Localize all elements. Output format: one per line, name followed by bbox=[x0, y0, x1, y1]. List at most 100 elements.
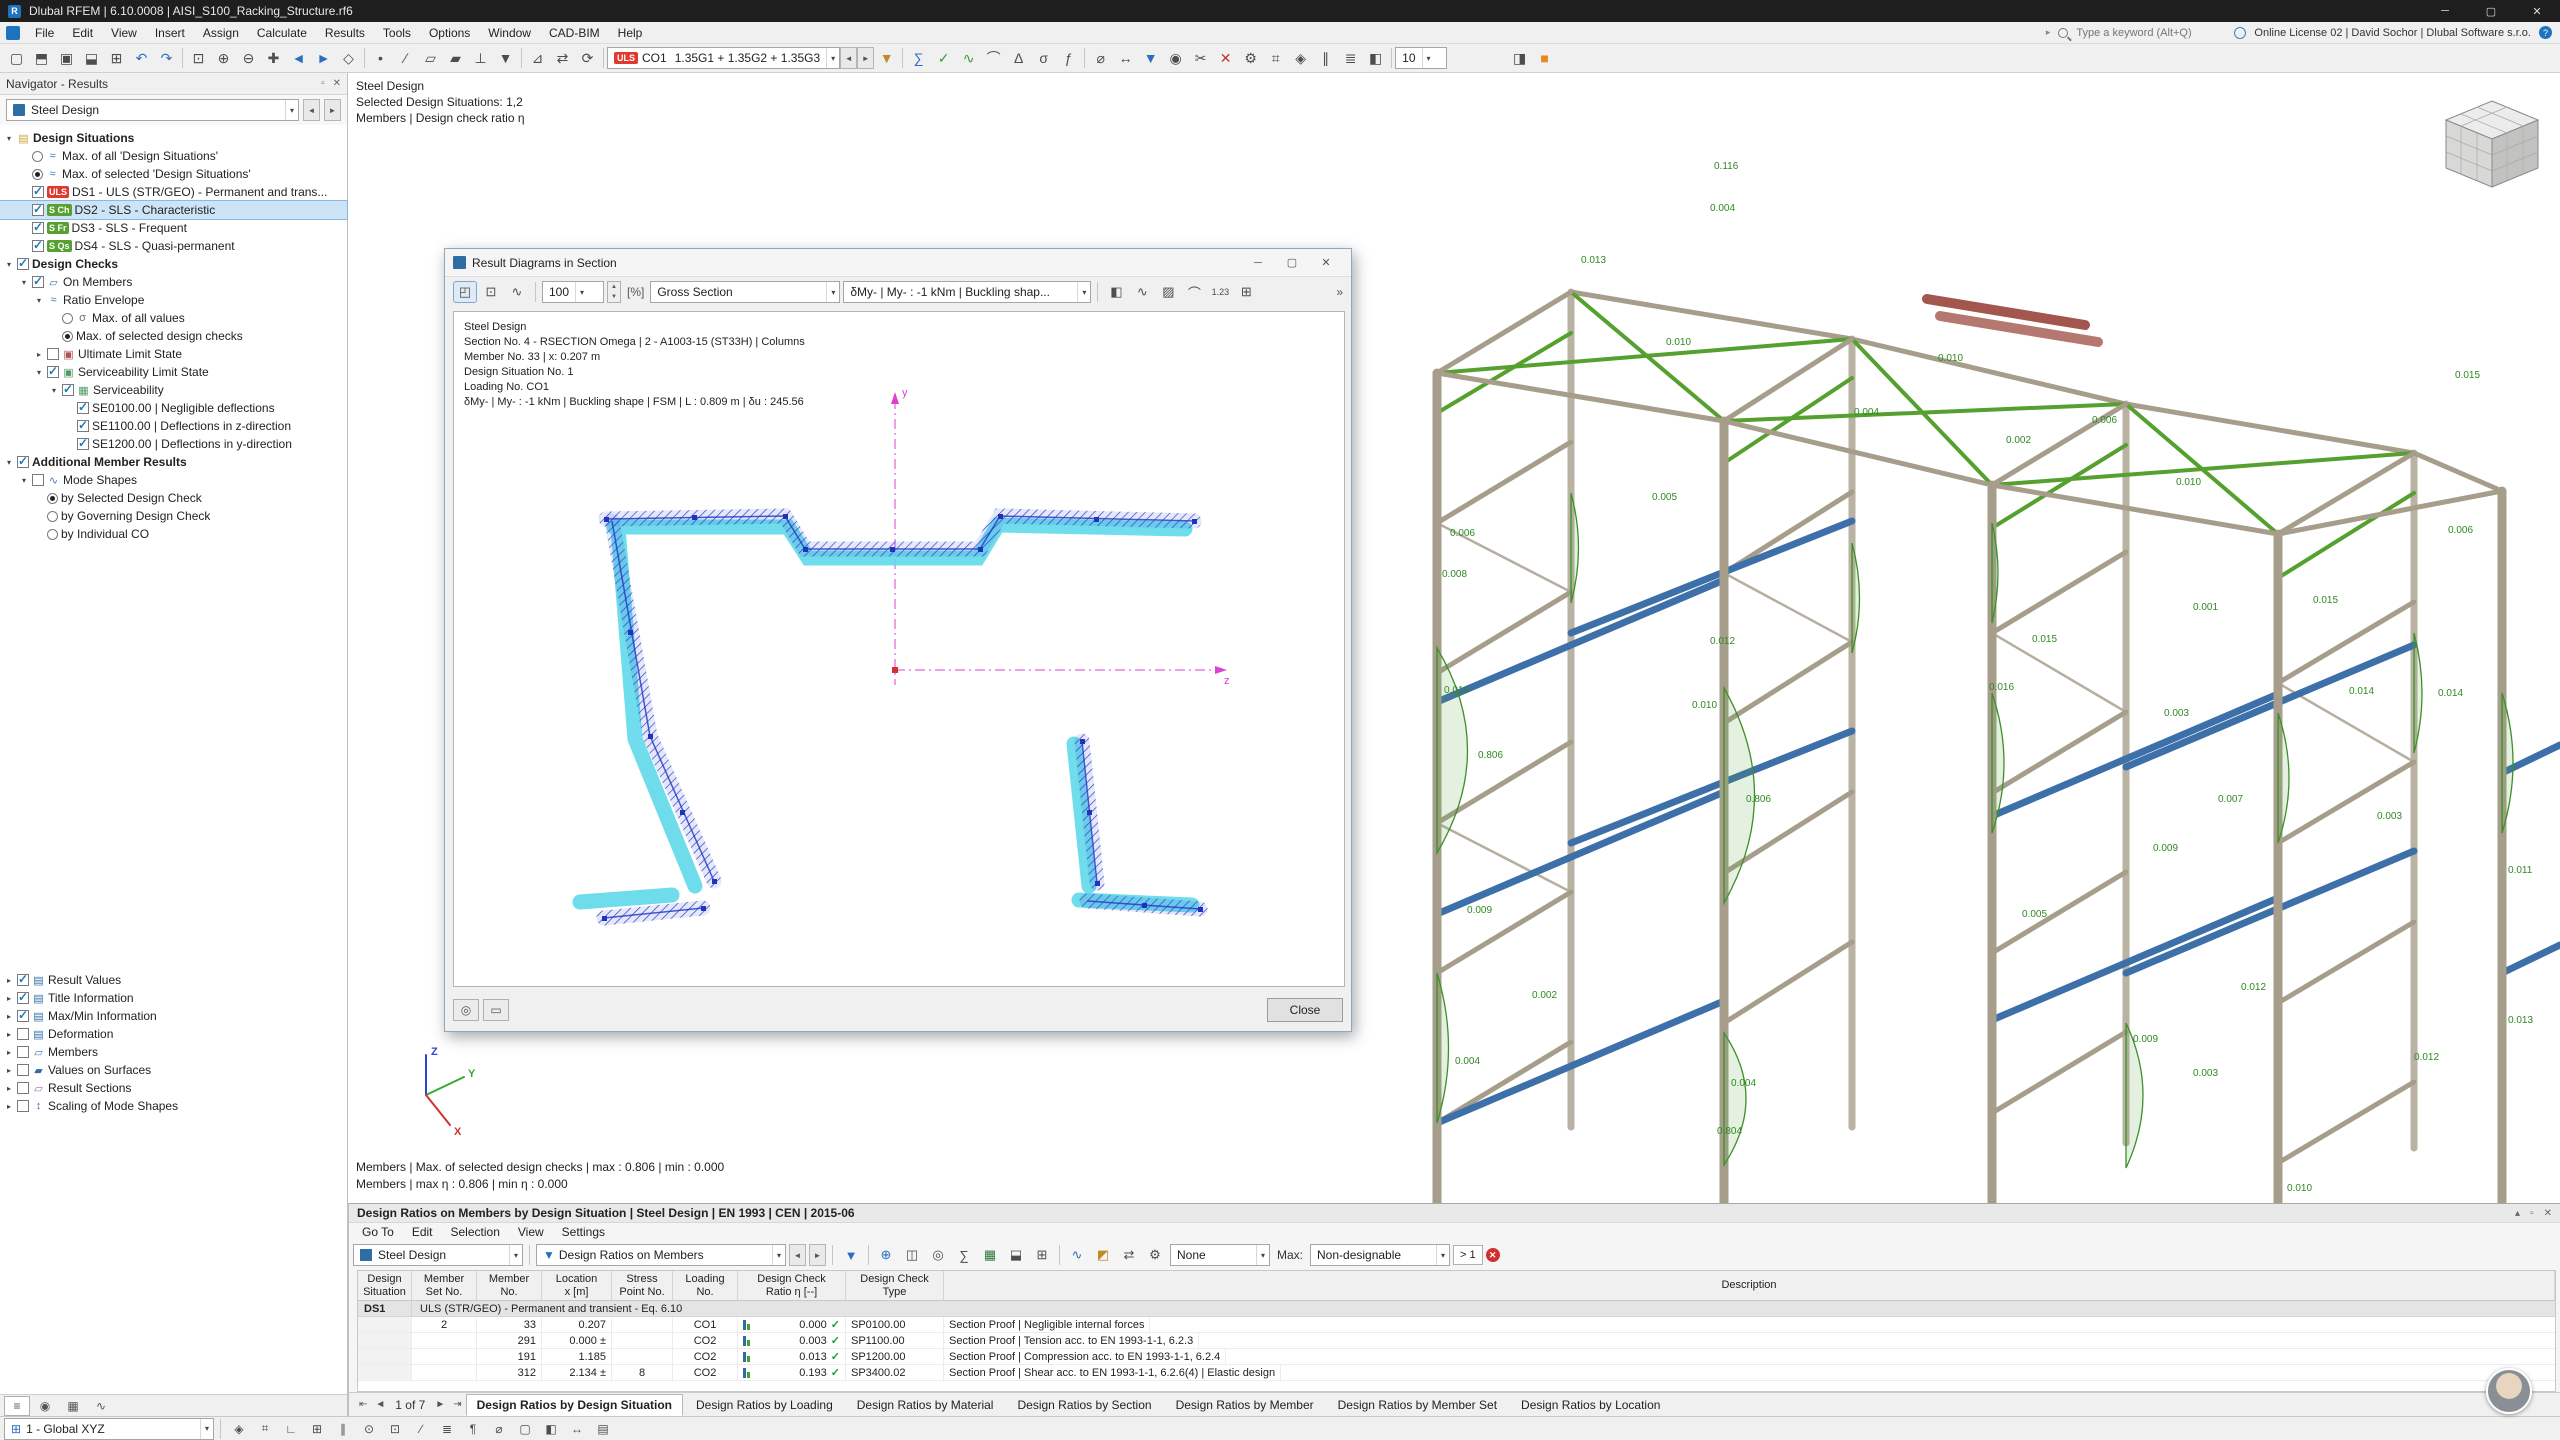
table-menu-settings[interactable]: Settings bbox=[553, 1225, 614, 1239]
visibility-icon[interactable]: ◉ bbox=[1163, 46, 1188, 70]
table-menu-selection[interactable]: Selection bbox=[442, 1225, 509, 1239]
first-table-icon[interactable]: ⇤ bbox=[355, 1399, 371, 1410]
table-row[interactable]: 1911.185CO20.013✓SP1200.00Section Proof … bbox=[358, 1349, 2555, 1365]
dialog-minimize-button[interactable]: ─ bbox=[1241, 251, 1275, 275]
design-mode-combo[interactable]: Steel Design ▾ bbox=[6, 99, 299, 121]
table-row[interactable]: 3122.134 ±8CO20.193✓SP3400.02Section Pro… bbox=[358, 1365, 2555, 1381]
clipping-icon[interactable]: ✂ bbox=[1188, 46, 1213, 70]
table-mode-combo[interactable]: Steel Design ▾ bbox=[353, 1244, 523, 1266]
dropdown-icon[interactable]: ▾ bbox=[826, 48, 839, 68]
settings-icon[interactable]: ⚙ bbox=[1238, 46, 1263, 70]
tree-ds4-sls-quasi-permanent[interactable]: S QsDS4 - SLS - Quasi-permanent bbox=[0, 237, 347, 255]
column-header[interactable]: MemberSet No. bbox=[412, 1271, 477, 1300]
next-mode-button[interactable]: ► bbox=[324, 99, 341, 121]
background-layers-icon[interactable]: ≣ bbox=[435, 1419, 459, 1439]
print-table-icon[interactable]: ⬓ bbox=[1004, 1244, 1028, 1266]
menu-help[interactable]: Help bbox=[609, 22, 652, 43]
results-table[interactable]: DesignSituationMemberSet No.MemberNo.Loc… bbox=[357, 1270, 2556, 1392]
dropdown-icon[interactable]: ▾ bbox=[285, 100, 298, 120]
comments-icon[interactable]: ¶ bbox=[461, 1419, 485, 1439]
menu-options[interactable]: Options bbox=[420, 22, 479, 43]
previous-mode-button[interactable]: ◄ bbox=[303, 99, 320, 121]
ruler-icon[interactable]: ↔ bbox=[565, 1419, 589, 1439]
dropdown-icon[interactable]: ▾ bbox=[826, 282, 839, 302]
dropdown-icon[interactable]: ▾ bbox=[1422, 48, 1435, 68]
previous-table-icon[interactable]: ◄ bbox=[371, 1399, 389, 1410]
menu-calculate[interactable]: Calculate bbox=[248, 22, 316, 43]
redo-icon[interactable]: ↷ bbox=[154, 46, 179, 70]
dropdown-icon[interactable]: ▾ bbox=[1256, 1245, 1269, 1265]
object-snap-icon[interactable]: ⊙ bbox=[357, 1419, 381, 1439]
navigator-tab-views[interactable]: ▦ bbox=[60, 1396, 86, 1416]
tree-scaling-of-mode-shapes[interactable]: ▸↕Scaling of Mode Shapes bbox=[0, 1097, 347, 1115]
tree-max-min-information[interactable]: ▸▤Max/Min Information bbox=[0, 1007, 347, 1025]
previous-load-button[interactable]: ◄ bbox=[840, 47, 857, 69]
previous-table-button[interactable]: ◄ bbox=[789, 1244, 806, 1266]
render-mode-icon[interactable]: ◧ bbox=[539, 1419, 563, 1439]
dropdown-icon[interactable]: ▾ bbox=[1077, 282, 1090, 302]
relations-icon[interactable]: ⇄ bbox=[1117, 1244, 1141, 1266]
column-header[interactable]: MemberNo. bbox=[477, 1271, 542, 1300]
tree-se1100-00-deflections-in-z-direction[interactable]: SE1100.00 | Deflections in z-direction bbox=[0, 417, 347, 435]
coordinate-system-combo[interactable]: ⊞ 1 - Global XYZ ▾ bbox=[4, 1418, 214, 1440]
stresses-icon[interactable]: σ bbox=[1031, 46, 1056, 70]
next-table-button[interactable]: ► bbox=[809, 1244, 826, 1266]
render-icon[interactable]: ◧ bbox=[1363, 46, 1388, 70]
table-tab-1[interactable]: Design Ratios by Design Situation bbox=[466, 1394, 683, 1416]
tree-members[interactable]: ▸▱Members bbox=[0, 1043, 347, 1061]
column-header[interactable]: Description bbox=[944, 1271, 2555, 1300]
deformations-icon[interactable]: ⌒ bbox=[981, 46, 1006, 70]
load-icon[interactable]: ▼ bbox=[493, 46, 518, 70]
design-icon[interactable]: ƒ bbox=[1056, 46, 1081, 70]
line-icon[interactable]: ∕ bbox=[393, 46, 418, 70]
column-header[interactable]: LoadingNo. bbox=[673, 1271, 738, 1300]
dropdown-icon[interactable]: ▾ bbox=[1436, 1245, 1449, 1265]
table-close-icon[interactable]: ✕ bbox=[2544, 1208, 2552, 1219]
tree-max-of-selected-design-checks[interactable]: Max. of selected design checks bbox=[0, 327, 347, 345]
select-window-icon[interactable]: ⊡ bbox=[383, 1419, 407, 1439]
tree-serviceability[interactable]: ▾▦Serviceability bbox=[0, 381, 347, 399]
table-tab-7[interactable]: Design Ratios by Location bbox=[1510, 1394, 1671, 1416]
tree-by-individual-co[interactable]: by Individual CO bbox=[0, 525, 347, 543]
section-type-combo[interactable]: Gross Section ▾ bbox=[650, 281, 840, 303]
internal-forces-icon[interactable]: Δ bbox=[1006, 46, 1031, 70]
tree-on-members[interactable]: ▾▱On Members bbox=[0, 273, 347, 291]
view-cube[interactable] bbox=[2446, 101, 2538, 187]
layers-icon[interactable]: ≣ bbox=[1338, 46, 1363, 70]
next-view-icon[interactable]: ► bbox=[311, 46, 336, 70]
tree-by-selected-design-check[interactable]: by Selected Design Check bbox=[0, 489, 347, 507]
print-icon[interactable]: ⬓ bbox=[79, 46, 104, 70]
table-menu-go-to[interactable]: Go To bbox=[353, 1225, 403, 1239]
tree-design-situations[interactable]: ▾▤Design Situations bbox=[0, 129, 347, 147]
table-collapse-icon[interactable]: ▴ bbox=[2515, 1208, 2520, 1219]
next-table-icon[interactable]: ► bbox=[431, 1399, 449, 1410]
snap-icon[interactable]: ◈ bbox=[227, 1419, 251, 1439]
table-menu-edit[interactable]: Edit bbox=[403, 1225, 442, 1239]
search-expand-icon[interactable]: ▸ bbox=[2046, 27, 2051, 38]
navigator-tab-data[interactable]: ≡ bbox=[4, 1396, 30, 1416]
dropdown-icon[interactable]: ▾ bbox=[509, 1245, 522, 1265]
diagram-hatch-icon[interactable]: ▨ bbox=[1156, 281, 1180, 303]
snap-icon[interactable]: ◈ bbox=[1288, 46, 1313, 70]
jump-to-model-icon[interactable]: ⊕ bbox=[874, 1244, 898, 1266]
table-filter-icon[interactable]: ▼ bbox=[839, 1244, 863, 1266]
result-diagrams-dialog[interactable]: Result Diagrams in Section ─▢✕ ◰⊡∿ 100 ▾… bbox=[444, 248, 1352, 1032]
panel-toggle-icon[interactable]: ◨ bbox=[1507, 46, 1532, 70]
guidelines-icon[interactable]: ∥ bbox=[331, 1419, 355, 1439]
tree-se1200-00-deflections-in-y-direction[interactable]: SE1200.00 | Deflections in y-direction bbox=[0, 435, 347, 453]
help-icon[interactable]: ? bbox=[2539, 26, 2552, 39]
table-float-icon[interactable]: ▫ bbox=[2530, 1208, 2534, 1219]
menu-results[interactable]: Results bbox=[316, 22, 374, 43]
tree-title-information[interactable]: ▸▤Title Information bbox=[0, 989, 347, 1007]
dropdown-icon[interactable]: ▾ bbox=[200, 1419, 213, 1439]
column-header[interactable]: Locationx [m] bbox=[542, 1271, 612, 1300]
move-icon[interactable]: ⇄ bbox=[550, 46, 575, 70]
result-chart-icon[interactable]: ∿ bbox=[1065, 1244, 1089, 1266]
design-situation-group-row[interactable]: DS1 ULS (STR/GEO) - Permanent and transi… bbox=[358, 1301, 2555, 1317]
color-scale-table-icon[interactable]: ◩ bbox=[1091, 1244, 1115, 1266]
menu-file[interactable]: File bbox=[26, 22, 63, 43]
tree-max-of-all-values[interactable]: σMax. of all values bbox=[0, 309, 347, 327]
tree-ultimate-limit-state[interactable]: ▸▣Ultimate Limit State bbox=[0, 345, 347, 363]
dialog-close-button[interactable]: ✕ bbox=[1309, 251, 1343, 275]
clipping-box-icon[interactable]: ▢ bbox=[513, 1419, 537, 1439]
